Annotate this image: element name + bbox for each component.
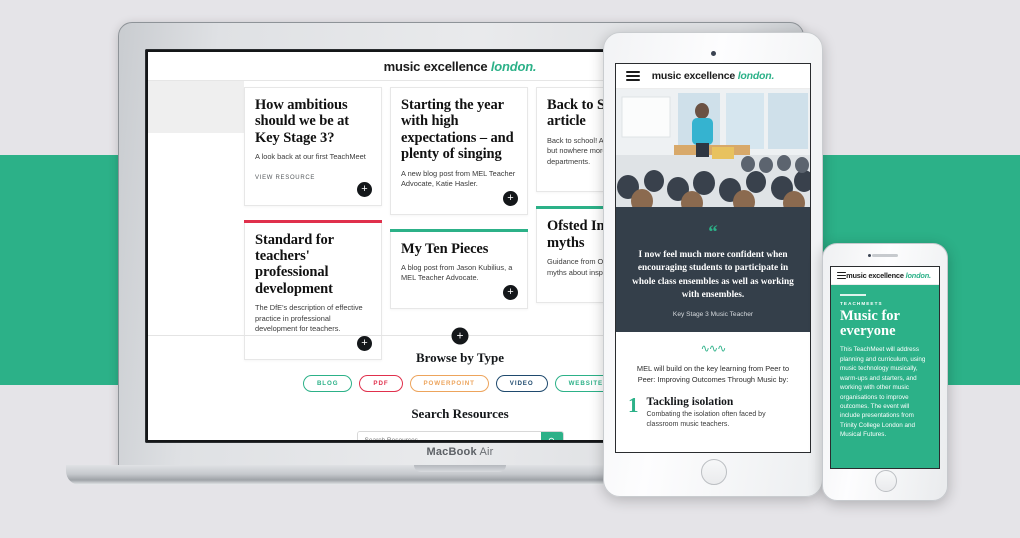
laptop-model-light: Air	[476, 446, 494, 458]
hero-photo	[616, 89, 810, 207]
search-icon	[548, 437, 554, 440]
card-title: Standard for teachers' professional deve…	[255, 231, 334, 297]
laptop-model-bold: MacBook	[426, 446, 477, 458]
search-box	[356, 431, 564, 440]
home-button[interactable]	[701, 459, 727, 485]
brand-part-1: music excellence	[383, 58, 491, 74]
brand-part-2: london.	[905, 271, 931, 280]
hero-title: Music for everyone	[840, 307, 900, 339]
filter-pill-blog[interactable]: BLOG	[302, 375, 353, 392]
brand-part-1: music excellence	[846, 271, 906, 280]
card-description: A new blog post from MEL Teacher Advocat…	[401, 168, 516, 189]
phone-site-header: music excellence london.	[831, 267, 939, 285]
section-lead-text: MEL will build on the key learning from …	[636, 363, 790, 384]
brand-logo[interactable]: music excellence london.	[616, 70, 810, 82]
card-description: A blog post from Jason Kubilius, a MEL T…	[401, 262, 513, 283]
search-input[interactable]	[357, 432, 541, 440]
tablet-screen: music excellence london. “ I now feel mu…	[616, 64, 810, 452]
card-expand-button[interactable]: +	[357, 335, 372, 351]
card-description: A look back at our first TeachMeet	[255, 152, 366, 162]
quote-text: I now feel much more confident when enco…	[632, 250, 794, 301]
card-expand-button[interactable]: +	[503, 284, 518, 300]
card-title: Starting the year with high expectations…	[401, 97, 514, 163]
resource-card[interactable]: My Ten Pieces A blog post from Jason Kub…	[390, 228, 528, 309]
card-description: The DfE's description of effective pract…	[255, 303, 363, 334]
tablet-site-header: music excellence london.	[616, 64, 810, 89]
laptop-base-notch	[414, 465, 506, 472]
resource-card[interactable]: How ambitious should we be at Key Stage …	[244, 87, 382, 206]
card-title: My Ten Pieces	[401, 240, 489, 257]
tablet-lower-section: ∿∿∿ MEL will build on the key learning f…	[616, 331, 810, 430]
list-item-number: 1	[628, 393, 639, 418]
camera-icon	[868, 254, 871, 257]
card-meta-label: VIEW RESOURCE	[255, 174, 316, 181]
squiggle-divider-icon: ∿∿∿	[700, 342, 727, 355]
kicker-rule	[840, 294, 866, 296]
grid-grey-strip	[148, 81, 244, 133]
brand-logo[interactable]: music excellence london.	[831, 271, 939, 280]
phone-screen: music excellence london. TEACHMEETS Musi…	[831, 267, 939, 468]
card-title: How ambitious should we be at Key Stage …	[255, 97, 349, 146]
tablet-device: music excellence london. “ I now feel mu…	[603, 32, 823, 497]
quote-attribution: Key Stage 3 Music Teacher	[672, 310, 754, 318]
card-accent-bar	[244, 219, 382, 223]
numbered-list-item: 1 Tackling isolation Combating the isola…	[628, 393, 798, 430]
phone-hero-block: TEACHMEETS Music for everyone This Teach…	[831, 285, 939, 468]
home-button[interactable]	[875, 470, 897, 492]
phone-device: music excellence london. TEACHMEETS Musi…	[822, 243, 948, 501]
lecture-audience-illustration	[616, 89, 810, 207]
brand-part-2: london.	[737, 70, 775, 82]
brand-logo[interactable]: music excellence london.	[384, 59, 537, 74]
resource-card[interactable]: Starting the year with high expectations…	[390, 87, 528, 215]
card-expand-button[interactable]: +	[503, 190, 518, 206]
testimonial-block: “ I now feel much more confident when en…	[616, 207, 810, 332]
resource-card[interactable]: Standard for teachers' professional deve…	[244, 219, 382, 360]
camera-icon	[710, 51, 716, 56]
load-more-button[interactable]: +	[451, 327, 469, 344]
search-submit-button[interactable]	[540, 432, 563, 440]
filter-pill-powerpoint[interactable]: POWERPOINT	[409, 375, 489, 392]
filter-pill-pdf[interactable]: PDF	[359, 375, 403, 392]
card-column-2: Starting the year with high expectations…	[390, 87, 528, 322]
hero-body-text: This TeachMeet will address planning and…	[840, 346, 926, 439]
brand-part-1: music excellence	[651, 70, 738, 82]
hero-kicker: TEACHMEETS	[840, 300, 883, 306]
speaker-grille	[872, 254, 898, 257]
list-item-title: Tackling isolation	[646, 396, 734, 409]
card-expand-button[interactable]: +	[357, 181, 372, 197]
card-accent-bar	[390, 228, 528, 232]
brand-part-2: london.	[490, 58, 537, 74]
card-column-1: How ambitious should we be at Key Stage …	[244, 87, 382, 373]
list-item-desc: Combating the isolation often faced by c…	[646, 411, 766, 428]
quote-mark-icon: “	[708, 222, 718, 243]
filter-pill-video[interactable]: VIDEO	[495, 375, 548, 392]
scene: music excellence london. How ambitious s…	[0, 0, 1020, 538]
